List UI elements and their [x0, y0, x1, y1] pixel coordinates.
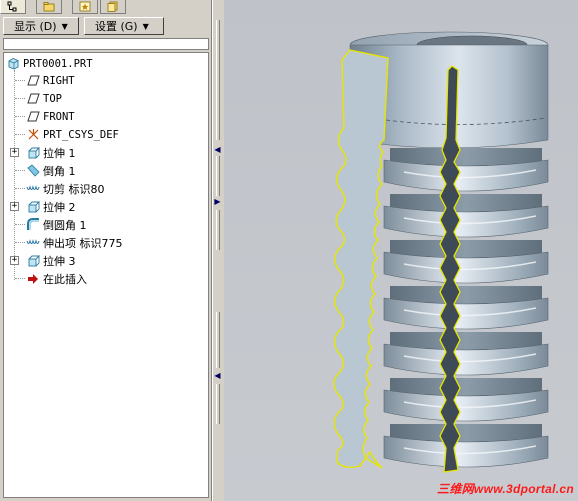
expand-right-arrow-icon[interactable]: ▶: [214, 198, 221, 206]
extrude-icon: [26, 200, 40, 214]
panel-splitter[interactable]: ◀ ▶ ◀: [212, 0, 222, 501]
tree-item-csys[interactable]: PRT_CSYS_DEF: [26, 126, 119, 143]
tree-item-label: 切剪 标识80: [43, 182, 105, 196]
splitter-grip: [216, 312, 220, 368]
show-dropdown-button[interactable]: 显示 (D) ▼: [3, 17, 79, 35]
navigator-tab-strip: [0, 0, 212, 14]
coordinate-system-icon: [26, 128, 40, 142]
insert-here-arrow-icon: [26, 272, 40, 286]
expand-toggle[interactable]: +: [10, 256, 19, 265]
navigator-toolbar: 显示 (D) ▼ 设置 (G) ▼: [3, 17, 209, 35]
show-dropdown-label: 显示 (D): [14, 20, 57, 33]
part-icon: [6, 57, 20, 71]
chamfer-icon: [26, 164, 40, 178]
tree-root-label: PRT0001.PRT: [23, 57, 93, 70]
expand-toggle[interactable]: +: [10, 148, 19, 157]
navigator-panel: 显示 (D) ▼ 设置 (G) ▼ PRT0001.PRT RIGHT TOP: [0, 0, 212, 501]
chevron-down-icon: ▼: [142, 21, 149, 31]
model-tree-icon: [7, 1, 17, 12]
cut-icon: [26, 182, 40, 196]
tree-item-right[interactable]: RIGHT: [26, 72, 75, 89]
tree-item-label: 拉伸 3: [43, 254, 76, 268]
folder-browser-tab[interactable]: [36, 0, 62, 14]
tree-root-part[interactable]: PRT0001.PRT: [6, 55, 93, 72]
protrusion-icon: [26, 236, 40, 250]
round-icon: [26, 218, 40, 232]
tree-guide-line: [15, 224, 25, 225]
tree-item-protrusion-775[interactable]: 伸出项 标识775: [26, 234, 123, 251]
settings-dropdown-label: 设置 (G): [95, 20, 138, 33]
layers-tab[interactable]: [100, 0, 126, 14]
tree-item-front[interactable]: FRONT: [26, 108, 75, 125]
expand-toggle[interactable]: +: [10, 202, 19, 211]
tree-item-cut-80[interactable]: 切剪 标识80: [26, 180, 105, 197]
tree-item-label: PRT_CSYS_DEF: [43, 128, 119, 141]
tree-guide-line: [14, 70, 15, 280]
collapse-left-arrow-icon[interactable]: ◀: [214, 372, 221, 380]
tree-item-extrude-3[interactable]: 拉伸 3: [26, 252, 76, 269]
tree-guide-line: [15, 98, 25, 99]
watermark-text: 三维网www.3dportal.cn: [437, 482, 574, 496]
left-section-face: [333, 49, 389, 469]
tree-item-label: 倒角 1: [43, 164, 76, 178]
tree-item-extrude-2[interactable]: 拉伸 2: [26, 198, 76, 215]
collapse-left-arrow-icon[interactable]: ◀: [214, 146, 221, 154]
splitter-grip: [216, 384, 220, 424]
tree-item-top[interactable]: TOP: [26, 90, 62, 107]
datum-plane-icon: [26, 74, 40, 88]
tree-filter-bar[interactable]: [3, 38, 209, 50]
datum-plane-icon: [26, 92, 40, 106]
splitter-grip: [216, 156, 220, 196]
model-tree-tab[interactable]: [0, 0, 26, 14]
extrude-icon: [26, 254, 40, 268]
chevron-down-icon: ▼: [61, 21, 68, 31]
tree-guide-line: [15, 278, 25, 279]
tree-item-label: 伸出项 标识775: [43, 236, 123, 250]
splitter-grip: [216, 20, 220, 140]
favorites-icon: [79, 1, 91, 12]
model-tree: PRT0001.PRT RIGHT TOP FRONT PRT_CSYS_DEF…: [3, 52, 209, 498]
tree-item-label: 倒圆角 1: [43, 218, 87, 232]
tree-guide-line: [15, 170, 25, 171]
tree-guide-line: [15, 188, 25, 189]
tree-item-label: FRONT: [43, 110, 75, 123]
tree-item-extrude-1[interactable]: 拉伸 1: [26, 144, 76, 161]
tree-guide-line: [15, 80, 25, 81]
thread-region: [383, 148, 549, 468]
tree-guide-line: [15, 134, 25, 135]
settings-dropdown-button[interactable]: 设置 (G) ▼: [84, 17, 164, 35]
datum-plane-icon: [26, 110, 40, 124]
model-view[interactable]: [224, 0, 578, 501]
folder-browser-icon: [43, 2, 55, 12]
layers-icon: [107, 1, 118, 12]
favorites-tab[interactable]: [72, 0, 98, 14]
tree-item-label: 拉伸 2: [43, 200, 76, 214]
tree-item-chamfer-1[interactable]: 倒角 1: [26, 162, 76, 179]
tree-guide-line: [15, 116, 25, 117]
graphics-window[interactable]: 三维网www.3dportal.cn: [224, 0, 578, 501]
tree-item-label: 拉伸 1: [43, 146, 76, 160]
tree-item-label: 在此插入: [43, 272, 87, 286]
tree-item-label: TOP: [43, 92, 62, 105]
tree-guide-line: [15, 242, 25, 243]
splitter-grip: [216, 210, 220, 250]
tree-item-insert-here[interactable]: 在此插入: [26, 270, 87, 287]
tree-item-round-1[interactable]: 倒圆角 1: [26, 216, 87, 233]
tree-item-label: RIGHT: [43, 74, 75, 87]
extrude-icon: [26, 146, 40, 160]
